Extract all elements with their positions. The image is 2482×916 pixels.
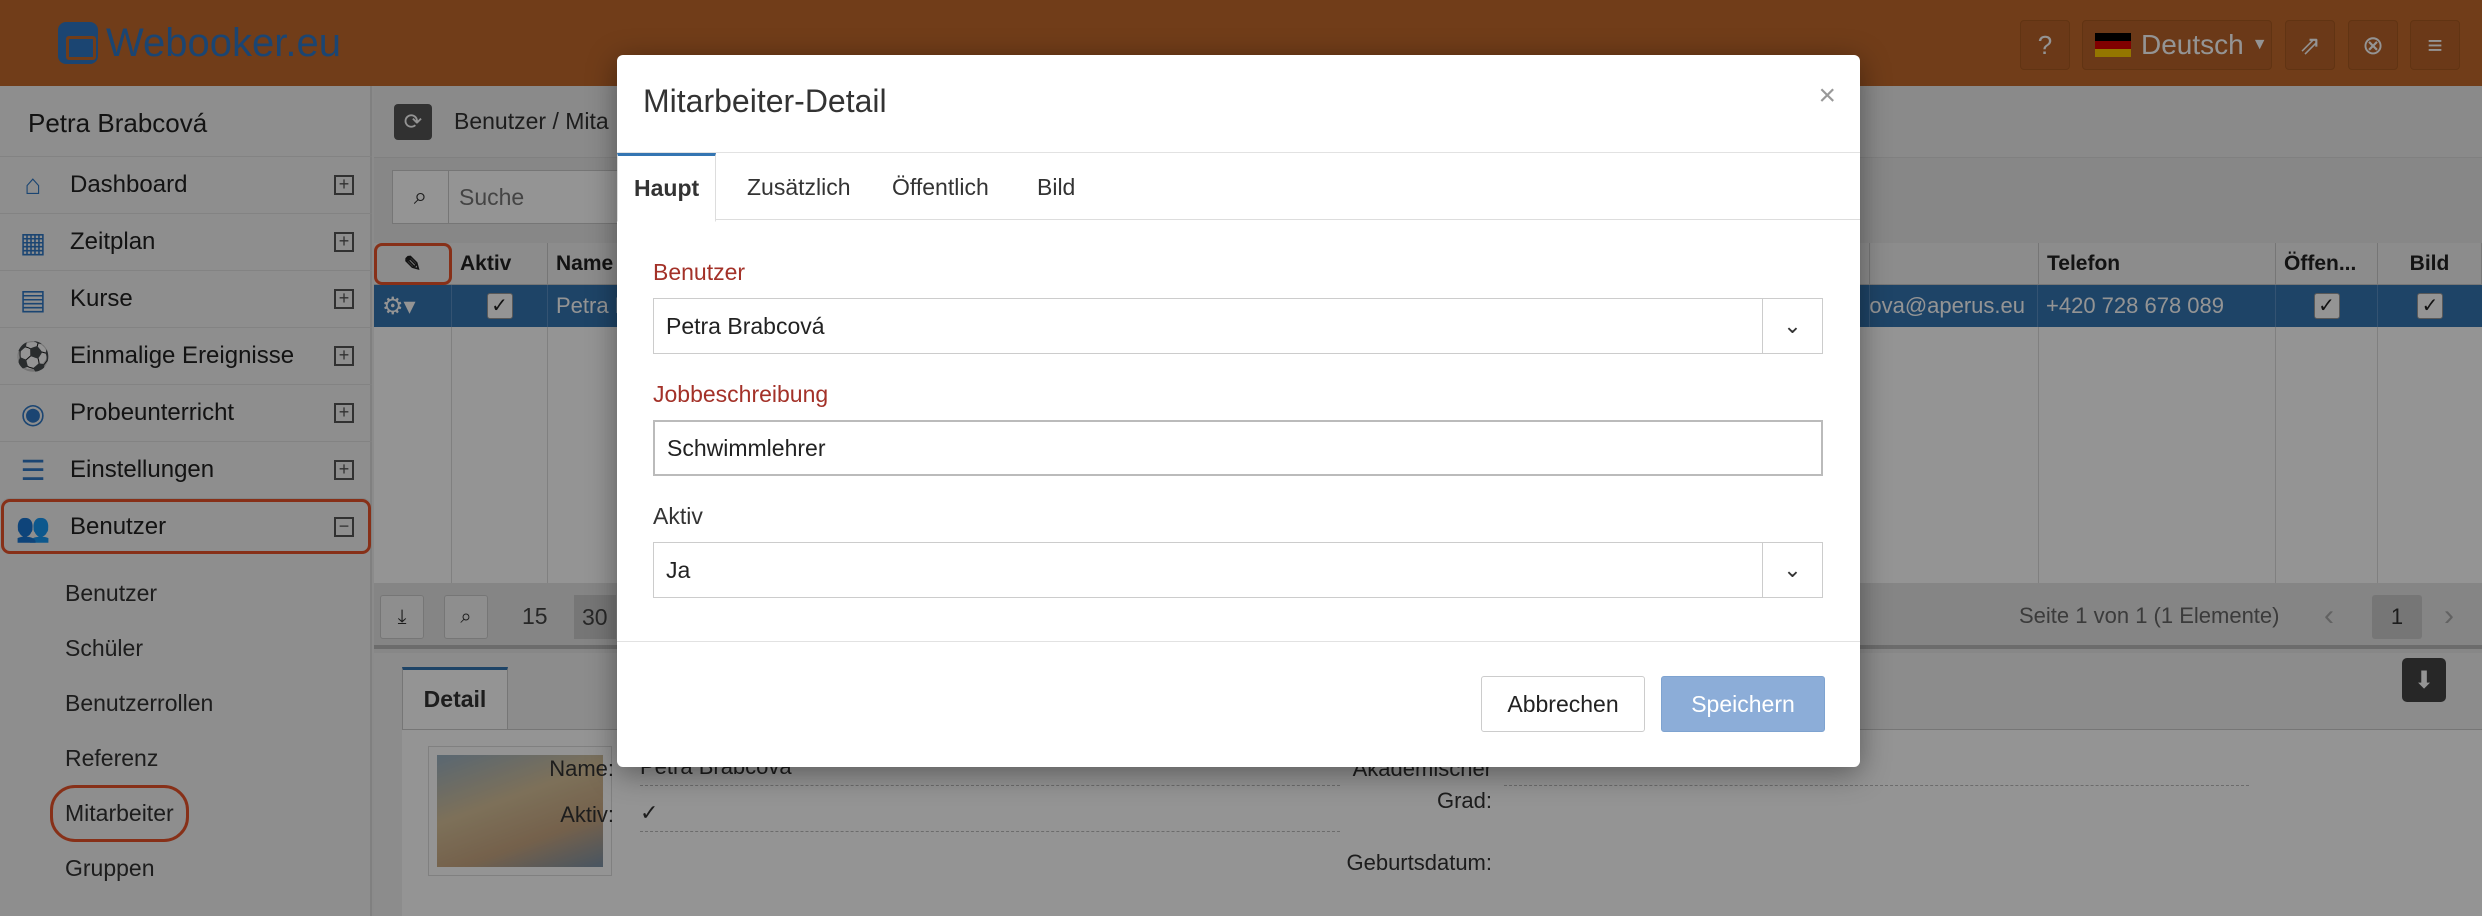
benutzer-label: Benutzer bbox=[653, 259, 746, 285]
dialog-tabs: Haupt Zusätzlich Öffentlich Bild bbox=[617, 152, 1860, 222]
close-icon[interactable]: × bbox=[1818, 79, 1836, 113]
jobbeschreibung-label: Jobbeschreibung bbox=[653, 381, 829, 407]
aktiv-select[interactable]: Ja ⌄ bbox=[653, 542, 1823, 598]
tab-haupt[interactable]: Haupt bbox=[617, 153, 717, 222]
jobbeschreibung-input[interactable]: Schwimmlehrer bbox=[653, 420, 1823, 476]
tab-bild[interactable]: Bild bbox=[1037, 153, 1075, 221]
staff-detail-dialog: Mitarbeiter-Detail × Haupt Zusätzlich Öf… bbox=[617, 55, 1860, 767]
aktiv-selected-value: Ja bbox=[666, 556, 691, 583]
dialog-footer: Abbrechen Speichern bbox=[617, 641, 1860, 767]
jobbeschreibung-value: Schwimmlehrer bbox=[667, 434, 826, 461]
tab-zusaetzlich[interactable]: Zusätzlich bbox=[747, 153, 851, 221]
cancel-button[interactable]: Abbrechen bbox=[1481, 676, 1645, 732]
benutzer-select[interactable]: Petra Brabcová ⌄ bbox=[653, 298, 1823, 354]
benutzer-selected-value: Petra Brabcová bbox=[666, 312, 825, 339]
chevron-down-icon[interactable]: ⌄ bbox=[1762, 543, 1822, 597]
tab-oeffentlich[interactable]: Öffentlich bbox=[892, 153, 989, 221]
aktiv-label: Aktiv bbox=[653, 503, 703, 529]
dialog-title: Mitarbeiter-Detail bbox=[643, 83, 887, 119]
chevron-down-icon[interactable]: ⌄ bbox=[1762, 299, 1822, 353]
save-button[interactable]: Speichern bbox=[1661, 676, 1825, 732]
